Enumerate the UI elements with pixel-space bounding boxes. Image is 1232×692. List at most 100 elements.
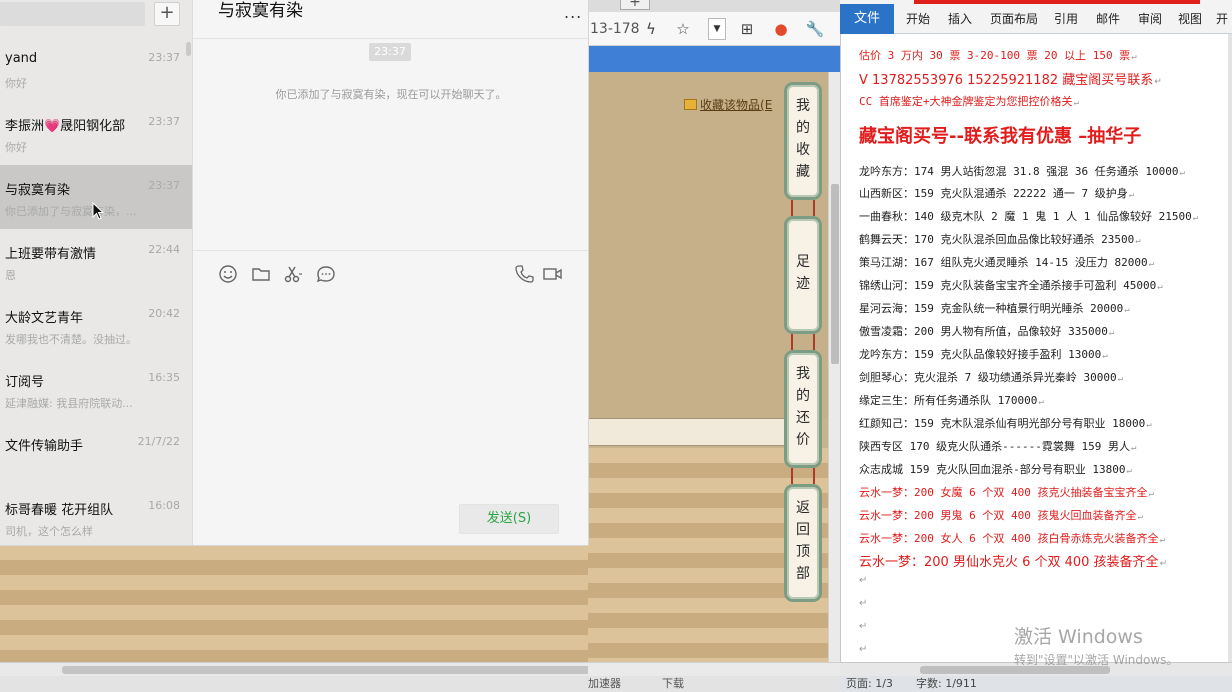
scissors-icon[interactable] [283,264,303,284]
sidenav-char: 还 [796,410,810,426]
chat-bubble-icon[interactable] [316,264,336,284]
empty-paragraph: ↵ [859,575,868,586]
chat-list-item[interactable]: 大龄文艺青年 20:42 发哪我也不清楚。没抽过。 [0,293,192,357]
mouse-cursor-icon [92,202,104,220]
ribbon-tab-more[interactable]: 开 [1216,10,1228,27]
doc-line: 一曲春秋：140 级克木队 2 魔 1 鬼 1 人 1 仙品像较好 21500↵ [859,210,1199,223]
document-vertical-scrollbar[interactable] [1228,34,1232,662]
grid-icon[interactable]: ⊞ [736,18,758,40]
chat-list-item[interactable]: 上班要带有激情 22:44 恩 [0,229,192,293]
chat-list-item[interactable]: 订阅号 16:35 延津融媒: 我县府院联动... [0,357,192,421]
system-message: 你已添加了与寂寞有染，现在可以开始聊天了。 [275,88,507,101]
browser-horizontal-scrollbar[interactable] [588,662,840,676]
sidenav-char: 藏 [796,164,810,180]
document-horizontal-scrollbar[interactable] [840,662,1232,676]
sidenav-back-to-top[interactable]: 返 回 顶 部 [784,484,822,602]
word-window: 文件 开始 插入 页面布局 引用 邮件 审阅 视图 开 估价 3 万内 30 票… [840,0,1232,692]
lightning-icon[interactable]: ϟ [640,18,662,40]
emoji-icon[interactable] [218,264,238,284]
more-options-button[interactable]: ... [564,3,582,22]
empty-paragraph: ↵ [859,644,868,655]
sidenav-my-bids[interactable]: 我 的 还 价 [784,350,822,468]
empty-paragraph: ↵ [859,598,868,609]
sidenav-connector [791,334,815,350]
sidenav-char: 的 [796,388,810,404]
add-chat-button[interactable]: + [154,2,180,26]
doc-line: 云水一梦：200 男鬼 6 个双 400 孩鬼火回血装备齐全↵ [859,509,1143,522]
chat-list-item[interactable]: 文件传输助手 21/7/22 [0,421,192,485]
doc-line: 云水一梦：200 男仙水克火 6 个双 400 孩装备齐全↵ [859,555,1168,570]
ribbon-tab-page-layout[interactable]: 页面布局 [990,10,1038,27]
word-count[interactable]: 字数: 1/911 [916,676,977,692]
doc-line: CC 首席鉴定+大神金牌鉴定为您把控价格关↵ [859,95,1079,108]
chat-time: 20:42 [148,307,180,320]
gamepad-icon[interactable]: ● [770,18,792,40]
new-tab-button[interactable]: + [620,0,650,10]
ribbon-tab-view[interactable]: 视图 [1178,10,1202,27]
doc-line: 傲雪凌霜：200 男人物有所值，品像较好 335000↵ [859,325,1115,338]
phone-icon[interactable] [514,264,534,284]
send-button[interactable]: 发送(S) [459,504,559,534]
chat-list-item[interactable]: yand 23:37 你好 [0,37,192,101]
chat-name: 文件传输助手 [5,439,84,454]
chat-time: 21/7/22 [137,435,180,448]
star-icon[interactable]: ☆ [672,18,694,40]
chat-list-scrollbar[interactable] [186,42,191,56]
chat-time: 23:37 [148,51,180,64]
chat-list-item[interactable]: 李振洲💗晟阳钢化部 23:37 你好 [0,101,192,165]
ribbon-tab-review[interactable]: 审阅 [1138,10,1162,27]
video-call-icon[interactable] [542,264,562,284]
chat-name: yand [5,51,38,66]
favorite-item-link[interactable]: 收藏该物品(E [684,96,772,113]
sidenav-char: 的 [796,120,810,136]
conversation-title: 与寂寞有染 [218,1,303,21]
page-input-row[interactable] [588,418,784,446]
sidenav-char: 足 [796,254,810,270]
ribbon-tab-home[interactable]: 开始 [906,10,930,27]
title-accent-bar [914,0,1200,4]
ribbon-tab-references[interactable]: 引用 [1054,10,1078,27]
browser-vertical-scrollbar[interactable] [828,72,840,662]
wechat-window: + yand 23:37 你好 李振洲💗晟阳钢化部 23:37 你好 与寂寞有染… [0,0,589,546]
chat-preview: 发哪我也不清楚。没抽过。 [5,333,137,346]
sidenav-connector [791,468,815,484]
document-page[interactable]: 估价 3 万内 30 票 3-20-100 票 20 以上 150 票↵ V 1… [840,34,1228,662]
doc-line: 鹤舞云天：170 克火队混杀回血品像比较好通杀 23500↵ [859,233,1141,246]
chat-name: 大龄文艺青年 [5,311,84,326]
sidenav-char: 价 [796,432,810,448]
accelerator-label[interactable]: 加速器 [588,676,621,692]
sidenav-footprint[interactable]: 足 迹 [784,216,822,334]
doc-line: 策马江湖：167 组队克火通灵睡杀 14-15 没压力 82000↵ [859,256,1155,269]
ribbon-tab-insert[interactable]: 插入 [948,10,972,27]
doc-line: 山西新区：159 克火队混通杀 22222 通一 7 级护身↵ [859,187,1135,200]
page-horizontal-scrollbar[interactable] [0,662,702,676]
ribbon-tab-mailings[interactable]: 邮件 [1096,10,1120,27]
chat-time: 22:44 [148,243,180,256]
chat-name: 标哥春暖 花开组队 [5,503,114,518]
chat-preview: 司机，这个怎么样 [5,525,93,538]
chat-list-item[interactable]: 标哥春暖 花开组队 16:08 司机，这个怎么样 [0,485,192,545]
folder-icon[interactable] [251,264,271,284]
address-bar[interactable]: 13-178 ϟ ☆ ▼ ⊞ ● 🔧 [588,12,840,46]
doc-line: 龙吟东方：174 男人站街忽混 31.8 强混 36 任务通杀 10000↵ [859,165,1185,178]
download-label[interactable]: 下载 [662,676,684,692]
chat-time: 23:37 [148,115,180,128]
address-dropdown-button[interactable]: ▼ [708,18,726,40]
word-status-bar: 页面: 1/3 字数: 1/911 [840,676,1232,692]
doc-line: 锦绣山河：159 克火队装备宝宝齐全通杀接手可盈利 45000↵ [859,279,1163,292]
doc-line: 云水一梦：200 女人 6 个双 400 孩白骨赤炼克火装备齐全↵ [859,532,1165,545]
sidenav-char: 回 [796,522,810,538]
browser-tab-strip: + [588,0,840,12]
page-count[interactable]: 页面: 1/3 [846,676,893,692]
browser-toolbar-strip [588,46,840,72]
browser-status-bar: 加速器 下载 [588,676,840,692]
wrench-icon[interactable]: 🔧 [804,18,826,40]
search-input[interactable] [0,2,145,26]
ribbon-tab-file[interactable]: 文件 [840,4,894,34]
sidenav-char: 返 [796,500,810,516]
scrollbar-thumb[interactable] [831,184,839,364]
sidenav-my-favorites[interactable]: 我 的 收 藏 [784,82,822,200]
message-timestamp: 23:37 [369,43,411,61]
scrollbar-thumb[interactable] [920,666,1110,674]
ribbon-tabs: 文件 开始 插入 页面布局 引用 邮件 审阅 视图 开 [840,0,1232,34]
